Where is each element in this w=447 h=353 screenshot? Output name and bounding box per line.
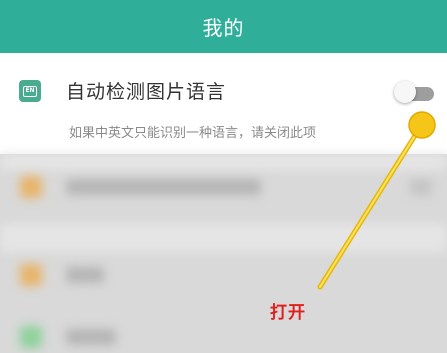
annotation-overlay bbox=[317, 111, 436, 290]
annotation-label: 打开 bbox=[270, 303, 306, 323]
annotation-arrow bbox=[319, 125, 422, 288]
